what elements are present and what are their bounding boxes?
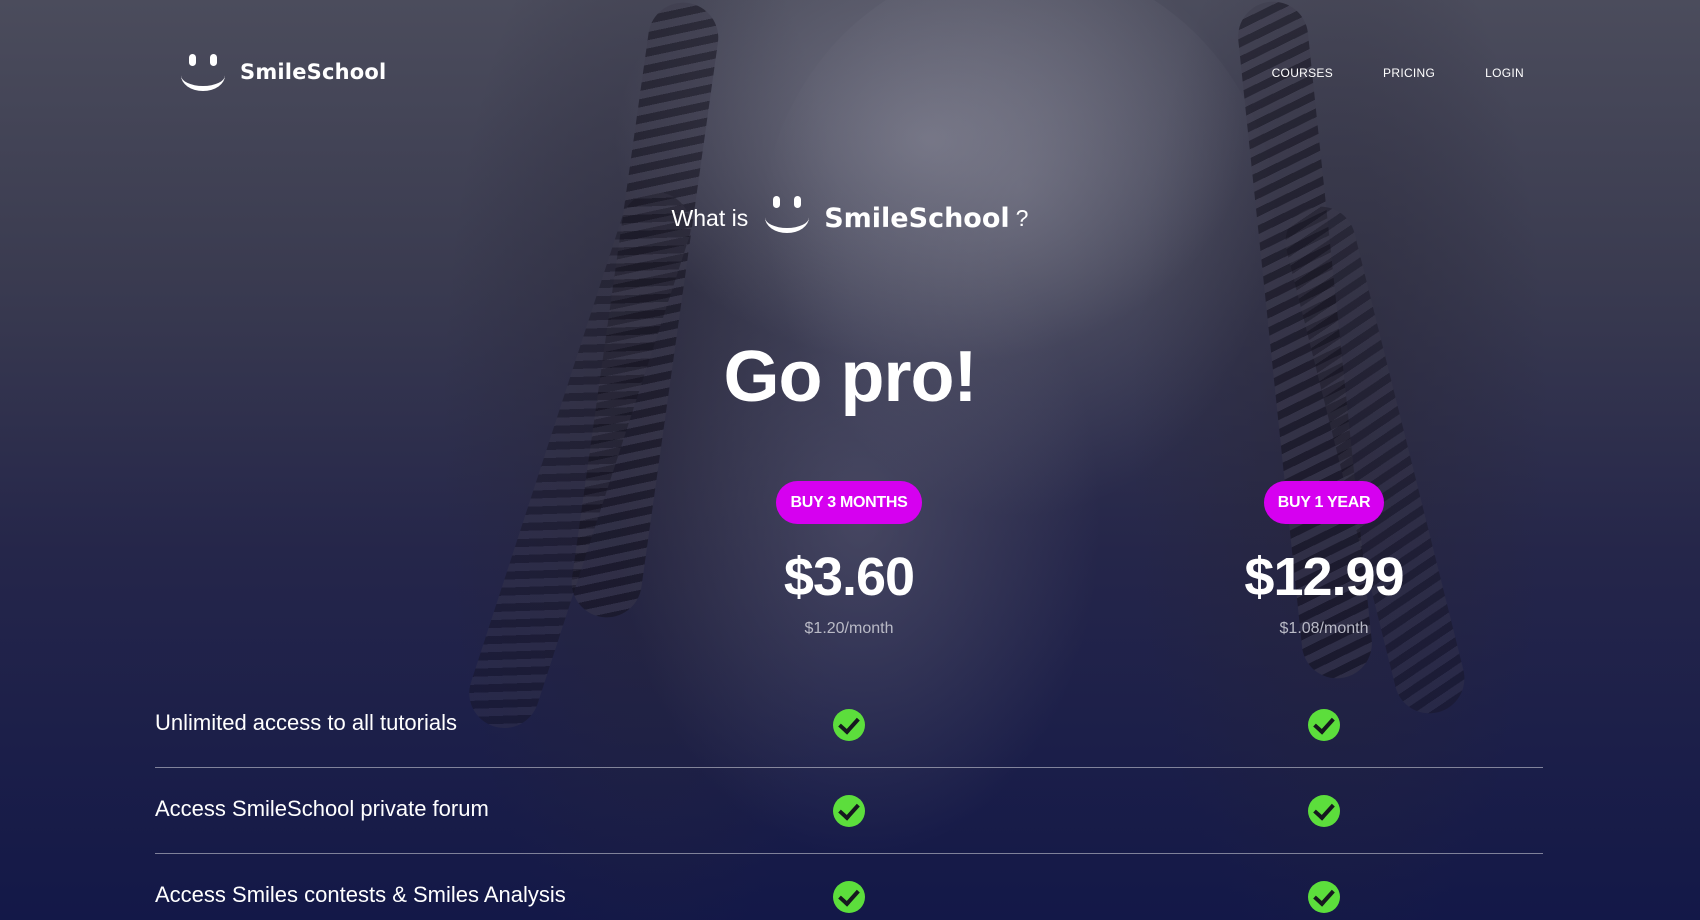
plan-price-per-month: $1.20/month bbox=[804, 620, 894, 637]
feature-table: Unlimited access to all tutorials Access… bbox=[155, 682, 1543, 920]
plan-3-months: BUY 3 MONTHS $3.60 $1.20/month bbox=[699, 481, 999, 638]
check-circle-icon bbox=[833, 795, 865, 827]
check-circle-icon bbox=[833, 709, 865, 741]
check-circle-icon bbox=[1308, 881, 1340, 913]
logo-text: SmileSchool bbox=[240, 60, 387, 84]
what-is-suffix: ? bbox=[1015, 204, 1029, 231]
background-photo bbox=[760, 0, 1280, 520]
main-nav: COURSES PRICING LOGIN bbox=[1272, 66, 1524, 80]
check-circle-icon bbox=[833, 881, 865, 913]
smiley-icon bbox=[764, 194, 810, 234]
buy-1-year-button[interactable]: BUY 1 YEAR bbox=[1263, 481, 1385, 524]
feature-label: Unlimited access to all tutorials bbox=[155, 710, 458, 735]
feature-row: Access Smiles contests & Smiles Analysis bbox=[155, 854, 1543, 920]
buy-3-months-button[interactable]: BUY 3 MONTHS bbox=[776, 481, 922, 524]
plan-price: $12.99 bbox=[1244, 547, 1404, 607]
feature-label: Access Smiles contests & Smiles Analysis bbox=[155, 882, 566, 907]
nav-login[interactable]: LOGIN bbox=[1485, 66, 1524, 80]
feature-row: Unlimited access to all tutorials bbox=[155, 682, 1543, 768]
site-logo[interactable]: SmileSchool bbox=[180, 52, 386, 92]
feature-row: Access SmileSchool private forum bbox=[155, 768, 1543, 854]
hero-section: SmileSchool COURSES PRICING LOGIN What i… bbox=[0, 0, 1700, 920]
check-circle-icon bbox=[1308, 795, 1340, 827]
check-circle-icon bbox=[1308, 709, 1340, 741]
what-is-prefix: What is bbox=[671, 204, 749, 231]
plan-price: $3.60 bbox=[783, 547, 915, 607]
plan-1-year: BUY 1 YEAR $12.99 $1.08/month bbox=[1174, 481, 1474, 638]
nav-pricing[interactable]: PRICING bbox=[1383, 66, 1435, 80]
what-is-brand: SmileSchool bbox=[824, 202, 1010, 234]
smiley-icon bbox=[180, 52, 226, 92]
plan-price-per-month: $1.08/month bbox=[1279, 620, 1369, 637]
page-title: Go pro! bbox=[723, 337, 978, 417]
feature-label: Access SmileSchool private forum bbox=[155, 796, 489, 821]
nav-courses[interactable]: COURSES bbox=[1272, 66, 1333, 80]
what-is-heading: What is SmileSchool ? bbox=[0, 196, 1700, 238]
background-braid bbox=[460, 182, 700, 738]
